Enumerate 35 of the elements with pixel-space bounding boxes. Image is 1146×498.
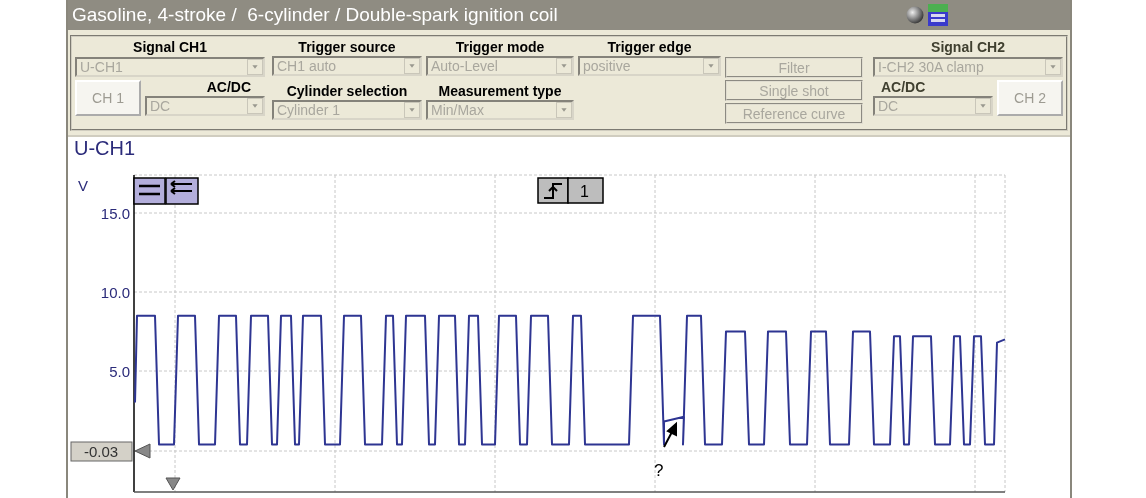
caret-icon (556, 58, 572, 74)
annotation-arrow (663, 421, 677, 448)
annotation-text: ? (654, 461, 664, 480)
caret-icon (404, 101, 420, 118)
y-tick-label: 5.0 (109, 363, 130, 380)
trigger-pointer-icon[interactable] (165, 477, 181, 491)
caret-icon (1045, 59, 1061, 75)
field-label: Cylinder selection (285, 82, 409, 99)
field-label: Measurement type (437, 82, 563, 99)
zero-level-marker[interactable]: -0.03 (70, 441, 133, 462)
caret-icon (404, 58, 420, 74)
coupling-label: AC/DC (880, 79, 927, 95)
field-label: Trigger edge (606, 39, 693, 55)
sphere-icon (906, 6, 924, 24)
window-title: Gasoline, 4-stroke / 6-cylinder / Double-spark ignition coil (72, 4, 559, 26)
caret-icon (556, 101, 572, 118)
emissions-icon (928, 4, 948, 26)
caret-icon (975, 98, 991, 114)
caret-icon (247, 98, 263, 114)
caret-icon (703, 58, 719, 74)
coupling-label: AC/DC (205, 79, 252, 95)
axis-unit: V (78, 177, 88, 194)
horizontal-lines-icon[interactable] (133, 177, 166, 205)
arrow-lines-icon[interactable] (165, 177, 199, 205)
caret-icon (247, 59, 263, 75)
field-label: Trigger source (297, 39, 397, 55)
level-pointer-icon[interactable] (134, 443, 151, 459)
trigger-edge-icon[interactable] (537, 177, 569, 204)
y-tick-label: 10.0 (100, 284, 130, 301)
y-tick-label: 15.0 (100, 205, 130, 222)
group-heading: Signal CH1 (132, 39, 208, 55)
group-heading: Signal CH2 (930, 39, 1006, 55)
trigger-channel-badge[interactable]: 1 (567, 177, 604, 204)
field-label: Trigger mode (454, 39, 546, 55)
plot-title: U-CH1 (74, 137, 136, 160)
